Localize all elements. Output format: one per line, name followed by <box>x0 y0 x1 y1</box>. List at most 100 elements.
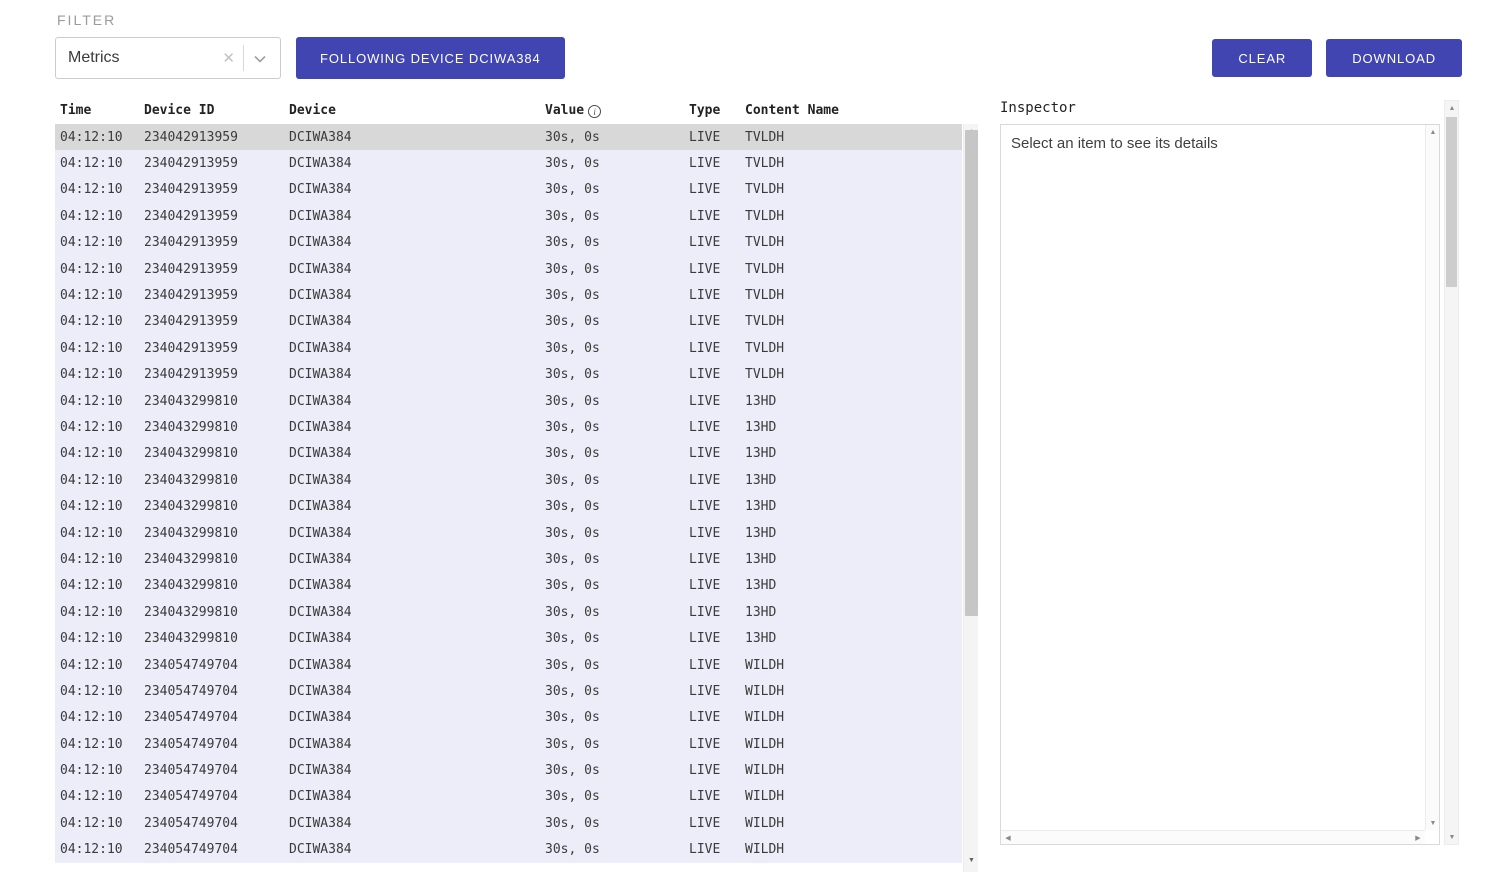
cell-content: 13HD <box>745 546 962 572</box>
metrics-viewer-page: FILTER Metrics ✕ FOLLOWING DEVICE DCIWA3… <box>0 0 1498 874</box>
table-row[interactable]: 04:12:10234054749704DCIWA38430s, 0sLIVEW… <box>55 784 962 810</box>
table-row[interactable]: 04:12:10234042913959DCIWA38430s, 0sLIVET… <box>55 150 962 176</box>
table-row[interactable]: 04:12:10234054749704DCIWA38430s, 0sLIVEW… <box>55 652 962 678</box>
table-row[interactable]: 04:12:10234042913959DCIWA38430s, 0sLIVET… <box>55 177 962 203</box>
table-row[interactable]: 04:12:10234042913959DCIWA38430s, 0sLIVET… <box>55 309 962 335</box>
col-header-device-id[interactable]: Device ID <box>144 97 289 124</box>
cell-device: DCIWA384 <box>289 678 545 704</box>
col-header-value-label: Value <box>545 103 584 118</box>
cell-content: TVLDH <box>745 150 962 176</box>
cell-type: LIVE <box>689 467 745 493</box>
table-row[interactable]: 04:12:10234042913959DCIWA38430s, 0sLIVET… <box>55 282 962 308</box>
table-row[interactable]: 04:12:10234043299810DCIWA38430s, 0sLIVE1… <box>55 520 962 546</box>
table-scrollbar-thumb[interactable] <box>965 130 978 616</box>
table-row[interactable]: 04:12:10234043299810DCIWA38430s, 0sLIVE1… <box>55 467 962 493</box>
cell-time: 04:12:10 <box>55 414 144 440</box>
info-icon[interactable]: i <box>588 105 601 118</box>
cell-value: 30s, 0s <box>545 493 689 519</box>
table-row[interactable]: 04:12:10234043299810DCIWA38430s, 0sLIVE1… <box>55 599 962 625</box>
table-row[interactable]: 04:12:10234054749704DCIWA38430s, 0sLIVEW… <box>55 731 962 757</box>
cell-content: 13HD <box>745 493 962 519</box>
cell-device-id: 234042913959 <box>144 256 289 282</box>
cell-device: DCIWA384 <box>289 837 545 863</box>
table-row[interactable]: 04:12:10234043299810DCIWA38430s, 0sLIVE1… <box>55 441 962 467</box>
inspector-vertical-scrollbar[interactable]: ▲ ▼ <box>1425 125 1439 830</box>
download-button[interactable]: DOWNLOAD <box>1326 39 1462 77</box>
cell-device-id: 234042913959 <box>144 335 289 361</box>
cell-type: LIVE <box>689 784 745 810</box>
metrics-table-body: 04:12:10234042913959DCIWA38430s, 0sLIVET… <box>55 124 962 863</box>
cell-content: 13HD <box>745 520 962 546</box>
cell-time: 04:12:10 <box>55 467 144 493</box>
col-header-content-name[interactable]: Content Name <box>745 97 962 124</box>
cell-value: 30s, 0s <box>545 546 689 572</box>
cell-value: 30s, 0s <box>545 230 689 256</box>
table-row[interactable]: 04:12:10234043299810DCIWA38430s, 0sLIVE1… <box>55 625 962 651</box>
metrics-select[interactable]: Metrics ✕ <box>55 37 281 79</box>
cell-device-id: 234042913959 <box>144 150 289 176</box>
col-header-time[interactable]: Time <box>55 97 144 124</box>
cell-content: WILDH <box>745 678 962 704</box>
cell-value: 30s, 0s <box>545 731 689 757</box>
cell-content: WILDH <box>745 810 962 836</box>
scroll-up-icon[interactable]: ▲ <box>1426 125 1440 139</box>
cell-type: LIVE <box>689 309 745 335</box>
cell-device-id: 234042913959 <box>144 177 289 203</box>
scroll-right-icon[interactable]: ▶ <box>1411 831 1425 845</box>
cell-type: LIVE <box>689 757 745 783</box>
cell-content: WILDH <box>745 705 962 731</box>
table-row[interactable]: 04:12:10234042913959DCIWA38430s, 0sLIVET… <box>55 203 962 229</box>
main-area: Time Device ID Device Valuei Type Conten… <box>55 97 1498 872</box>
cell-device: DCIWA384 <box>289 784 545 810</box>
cell-device: DCIWA384 <box>289 388 545 414</box>
cell-type: LIVE <box>689 546 745 572</box>
page-scrollbar-thumb[interactable] <box>1446 117 1457 287</box>
cell-content: WILDH <box>745 731 962 757</box>
scroll-left-icon[interactable]: ◀ <box>1001 831 1015 845</box>
table-row[interactable]: 04:12:10234043299810DCIWA38430s, 0sLIVE1… <box>55 573 962 599</box>
clear-selection-icon[interactable]: ✕ <box>214 49 243 67</box>
table-row[interactable]: 04:12:10234054749704DCIWA38430s, 0sLIVEW… <box>55 837 962 863</box>
table-row[interactable]: 04:12:10234042913959DCIWA38430s, 0sLIVET… <box>55 362 962 388</box>
following-device-button[interactable]: FOLLOWING DEVICE DCIWA384 <box>296 37 565 79</box>
cell-type: LIVE <box>689 388 745 414</box>
inspector-horizontal-scrollbar[interactable]: ◀ ▶ <box>1001 830 1425 844</box>
table-row[interactable]: 04:12:10234042913959DCIWA38430s, 0sLIVET… <box>55 124 962 150</box>
table-scrollbar[interactable]: ▲ ▼ <box>963 124 978 872</box>
table-row[interactable]: 04:12:10234043299810DCIWA38430s, 0sLIVE1… <box>55 493 962 519</box>
cell-device-id: 234043299810 <box>144 546 289 572</box>
table-row[interactable]: 04:12:10234054749704DCIWA38430s, 0sLIVEW… <box>55 810 962 836</box>
table-row[interactable]: 04:12:10234054749704DCIWA38430s, 0sLIVEW… <box>55 757 962 783</box>
chevron-down-icon[interactable] <box>244 53 272 63</box>
table-row[interactable]: 04:12:10234042913959DCIWA38430s, 0sLIVET… <box>55 335 962 361</box>
page-scrollbar[interactable]: ▲ ▼ <box>1444 100 1459 845</box>
table-row[interactable]: 04:12:10234043299810DCIWA38430s, 0sLIVE1… <box>55 388 962 414</box>
col-header-type[interactable]: Type <box>689 97 745 124</box>
cell-device-id: 234043299810 <box>144 467 289 493</box>
cell-device-id: 234054749704 <box>144 810 289 836</box>
table-row[interactable]: 04:12:10234054749704DCIWA38430s, 0sLIVEW… <box>55 705 962 731</box>
table-row[interactable]: 04:12:10234043299810DCIWA38430s, 0sLIVE1… <box>55 546 962 572</box>
col-header-device[interactable]: Device <box>289 97 545 124</box>
cell-type: LIVE <box>689 652 745 678</box>
cell-value: 30s, 0s <box>545 203 689 229</box>
cell-device-id: 234054749704 <box>144 705 289 731</box>
table-row[interactable]: 04:12:10234043299810DCIWA38430s, 0sLIVE1… <box>55 414 962 440</box>
table-row[interactable]: 04:12:10234042913959DCIWA38430s, 0sLIVET… <box>55 256 962 282</box>
table-row[interactable]: 04:12:10234054749704DCIWA38430s, 0sLIVEW… <box>55 678 962 704</box>
cell-value: 30s, 0s <box>545 520 689 546</box>
cell-content: TVLDH <box>745 230 962 256</box>
cell-device: DCIWA384 <box>289 625 545 651</box>
scroll-down-icon[interactable]: ▼ <box>1426 816 1440 830</box>
table-row[interactable]: 04:12:10234042913959DCIWA38430s, 0sLIVET… <box>55 230 962 256</box>
scroll-down-icon[interactable]: ▼ <box>964 853 978 868</box>
clear-button[interactable]: CLEAR <box>1212 39 1312 77</box>
cell-time: 04:12:10 <box>55 599 144 625</box>
col-header-value[interactable]: Valuei <box>545 97 689 124</box>
scroll-up-icon[interactable]: ▲ <box>1445 101 1459 115</box>
cell-device: DCIWA384 <box>289 124 545 150</box>
scroll-down-icon[interactable]: ▼ <box>1445 830 1459 844</box>
cell-device: DCIWA384 <box>289 335 545 361</box>
cell-time: 04:12:10 <box>55 784 144 810</box>
cell-value: 30s, 0s <box>545 282 689 308</box>
